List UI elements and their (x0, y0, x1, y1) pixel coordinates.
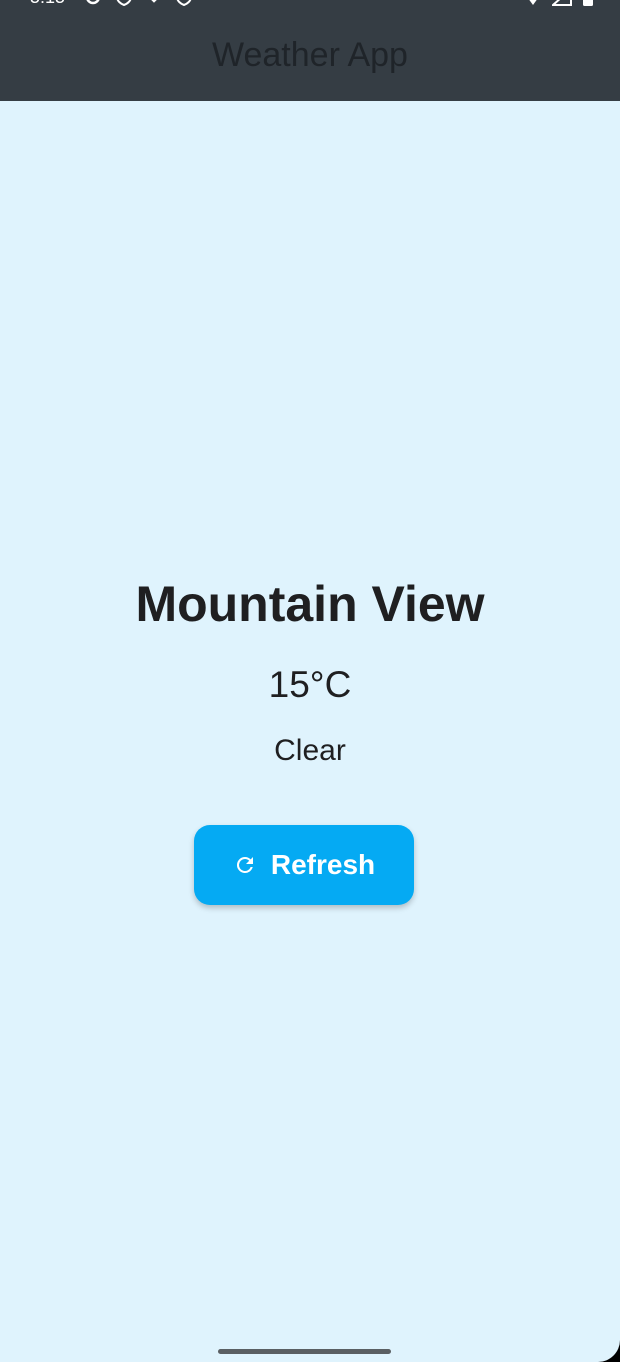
status-bar: 5:15 (0, 0, 620, 8)
app-bar-title: Weather App (212, 36, 408, 74)
battery-icon (582, 0, 594, 6)
refresh-button[interactable]: Refresh (194, 825, 414, 905)
status-icons-left (84, 0, 192, 6)
temperature: 15°C (268, 664, 352, 705)
city-name: Mountain View (135, 576, 485, 632)
weather-content: Mountain View 15°C Clear Refresh (0, 101, 620, 1362)
weather-screen: 5:15 (0, 0, 620, 1362)
download-icon (146, 0, 162, 6)
signal-icon (552, 0, 572, 6)
shield-icon (176, 0, 192, 6)
settings-icon (84, 0, 102, 6)
status-time: 5:15 (30, 0, 65, 8)
weather-condition: Clear (274, 734, 346, 767)
app-bar: 5:15 (0, 0, 620, 101)
refresh-icon (233, 853, 257, 877)
wifi-icon (524, 0, 542, 6)
refresh-label: Refresh (270, 849, 376, 880)
shield-icon (116, 0, 132, 6)
home-indicator[interactable] (218, 1349, 391, 1354)
status-icons-right (524, 0, 594, 6)
